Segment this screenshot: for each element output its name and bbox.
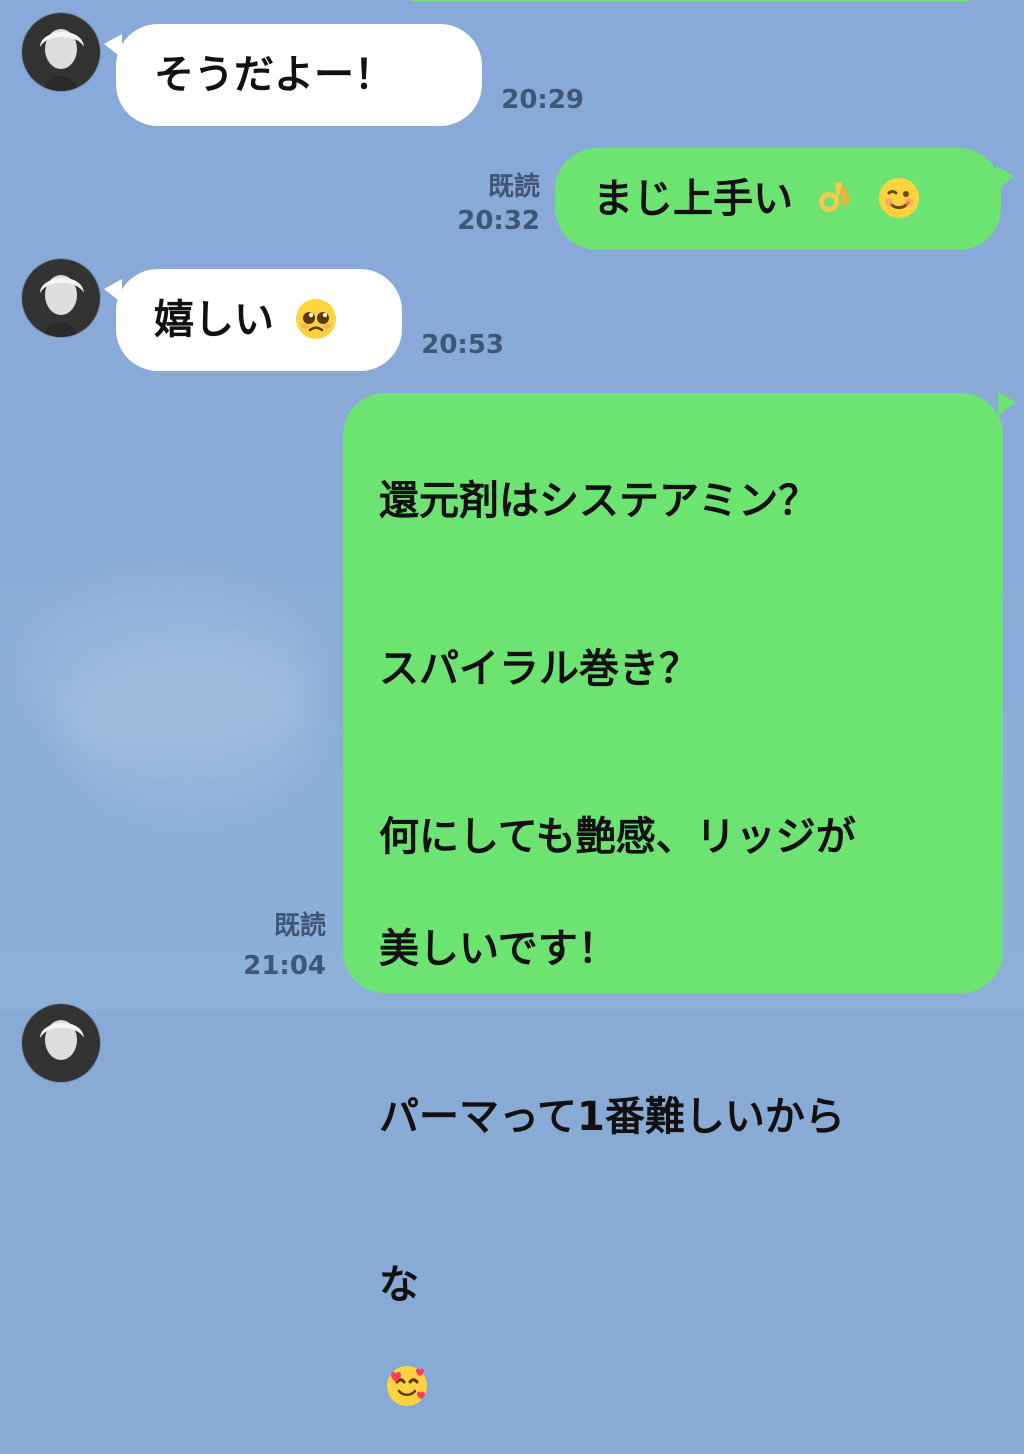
smiling-face-with-hearts-emoji-icon <box>385 1318 429 1406</box>
outgoing-message-bubble[interactable]: 還元剤はシステアミン？ スパイラル巻き？ 何にしても艶感、リッジが 美しいです！… <box>343 393 1003 1406</box>
message-line: 何にしても艶感、リッジが <box>379 814 856 860</box>
message-timestamp: 21:04 <box>243 951 326 981</box>
incoming-message-bubble[interactable]: 嬉しい <box>116 269 402 371</box>
message-line: な <box>379 1262 419 1308</box>
wink-emoji-icon <box>877 176 921 220</box>
message-line: 美しいです！ <box>379 926 618 972</box>
message-line: 還元剤はシステアミン？ <box>379 478 819 524</box>
bubble-tail <box>996 166 1014 190</box>
background-cloud <box>60 640 320 810</box>
incoming-message-bubble[interactable]: そうだよー！ <box>116 24 482 126</box>
avatar-portrait-icon <box>22 1004 100 1082</box>
previous-outgoing-bubble-edge <box>390 0 990 2</box>
message-text: 嬉しい <box>154 297 274 343</box>
avatar[interactable] <box>22 259 100 337</box>
avatar-portrait-icon <box>22 13 100 91</box>
bubble-tail <box>998 392 1016 416</box>
message-timestamp: 20:32 <box>457 206 540 236</box>
message-text: まじ上手い <box>593 176 793 222</box>
avatar-portrait-icon <box>22 259 100 337</box>
avatar[interactable] <box>22 13 100 91</box>
read-receipt: 既読 <box>487 172 540 202</box>
avatar[interactable] <box>22 1004 100 1082</box>
message-line-with-emoji: な <box>379 1201 975 1406</box>
read-receipt: 既読 <box>273 911 326 941</box>
message-line: スパイラル巻き？ <box>379 646 699 692</box>
message-line: パーマって1番難しいから <box>379 1094 845 1140</box>
ok-hand-emoji-icon <box>813 176 857 220</box>
message-timestamp: 20:53 <box>421 330 504 360</box>
pleading-face-emoji-icon <box>294 297 338 341</box>
message-timestamp: 20:29 <box>501 85 584 115</box>
outgoing-message-bubble[interactable]: まじ上手い <box>555 148 1001 250</box>
message-text: そうだよー！ <box>154 52 394 98</box>
